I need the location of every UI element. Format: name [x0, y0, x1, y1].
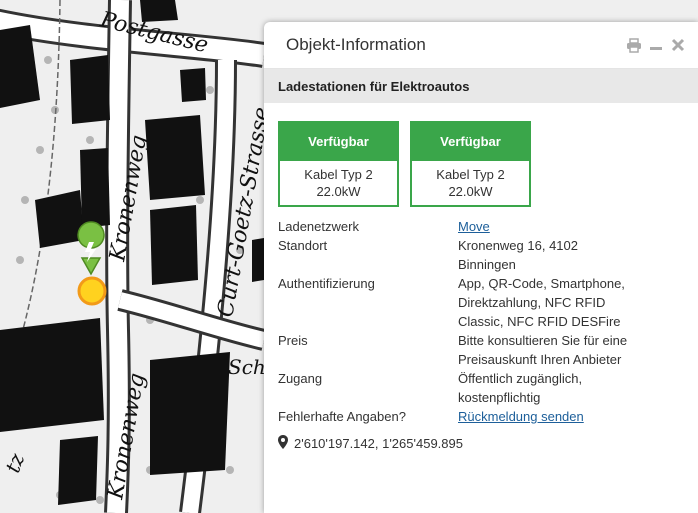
- popup-toolbar: [626, 37, 686, 53]
- attr-value: App, QR-Code, Smartphone,: [458, 276, 625, 291]
- coordinate-row: 2'610'197.142, 1'265'459.895: [278, 435, 684, 452]
- layer-title: Ladestationen für Elektroautos: [264, 69, 698, 103]
- attr-value: Preisauskunft Ihren Anbieter: [458, 352, 622, 367]
- attr-value: Bitte konsultieren Sie für eine: [458, 333, 628, 348]
- attr-feedback: Fehlerhafte Angaben? Rückmeldung senden: [278, 407, 684, 426]
- attr-price: Preis Bitte konsultieren Sie für eine Pr…: [278, 331, 684, 369]
- attr-value: Kronenweg 16, 4102: [458, 238, 578, 253]
- station-cable: Kabel Typ 2: [436, 167, 505, 182]
- popup-content: Verfügbar Kabel Typ 2 22.0kW Verfügbar K…: [264, 103, 698, 452]
- popup-header: Objekt-Information: [264, 22, 698, 69]
- attr-key: Standort: [278, 238, 328, 253]
- station-power: 22.0kW: [448, 184, 493, 199]
- close-icon[interactable]: [670, 37, 686, 53]
- attr-value: Classic, NFC RFID DESFire: [458, 314, 621, 329]
- map-pin-icon: [278, 435, 288, 452]
- attr-value: Binningen: [458, 257, 516, 272]
- attr-value: Direktzahlung, NFC RFID: [458, 295, 606, 310]
- attr-key: Preis: [278, 333, 308, 348]
- attr-key: Authentifizierung: [278, 276, 375, 291]
- station-cable: Kabel Typ 2: [304, 167, 373, 182]
- station-power: 22.0kW: [316, 184, 361, 199]
- network-link[interactable]: Move: [458, 219, 490, 234]
- station-card: Verfügbar Kabel Typ 2 22.0kW: [278, 121, 399, 207]
- attr-authentication: Authentifizierung App, QR-Code, Smartpho…: [278, 274, 684, 331]
- minimize-icon[interactable]: [648, 37, 664, 53]
- attr-key: Fehlerhafte Angaben?: [278, 409, 406, 424]
- attr-key: Zugang: [278, 371, 323, 386]
- attr-location: Standort Kronenweg 16, 4102 Binningen: [278, 236, 684, 274]
- coordinates: 2'610'197.142, 1'265'459.895: [294, 436, 463, 451]
- popup-title: Objekt-Information: [286, 35, 426, 54]
- object-info-popup: Objekt-Information Ladestationen für Ele…: [264, 22, 698, 513]
- attr-network: Ladenetzwerk Move: [278, 217, 684, 236]
- station-status: Verfügbar: [280, 123, 397, 161]
- street-label: Sch: [228, 355, 266, 379]
- attr-value: kostenpflichtig: [458, 390, 541, 405]
- station-list: Verfügbar Kabel Typ 2 22.0kW Verfügbar K…: [278, 121, 684, 207]
- attr-value: Öffentlich zugänglich,: [458, 371, 583, 386]
- attr-key: Ladenetzwerk: [278, 219, 359, 234]
- station-card: Verfügbar Kabel Typ 2 22.0kW: [410, 121, 531, 207]
- feedback-link[interactable]: Rückmeldung senden: [458, 409, 584, 424]
- attr-access: Zugang Öffentlich zugänglich, kostenpfli…: [278, 369, 684, 407]
- print-icon[interactable]: [626, 37, 642, 53]
- station-status: Verfügbar: [412, 123, 529, 161]
